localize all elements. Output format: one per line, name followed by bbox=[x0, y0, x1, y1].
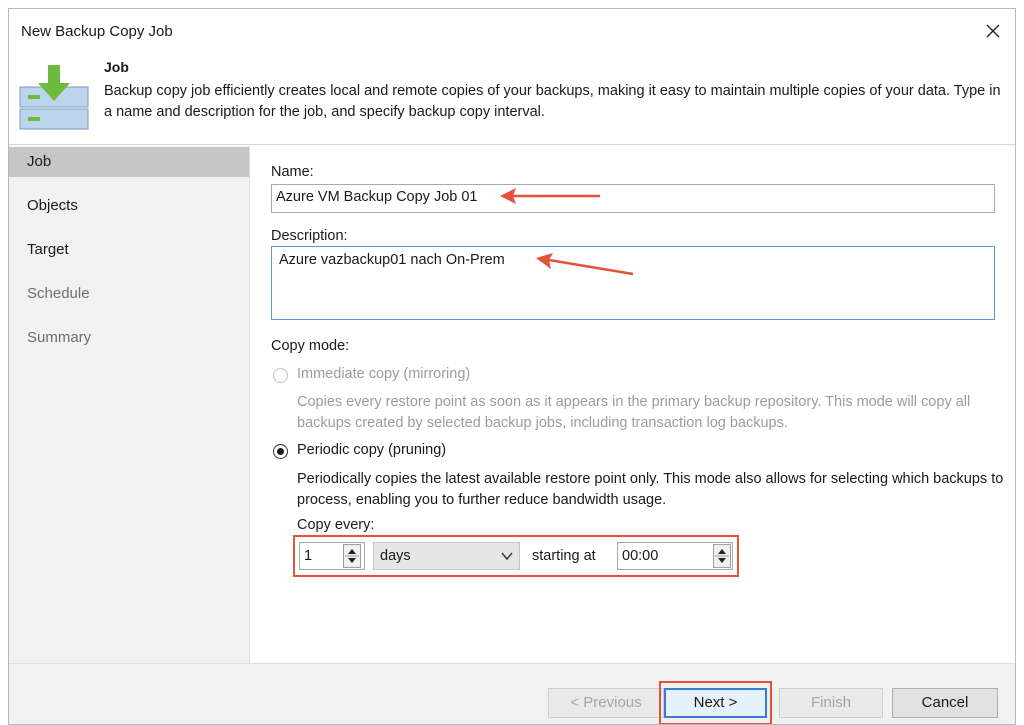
wizard-steps-sidebar: Job Objects Target Schedule Summary bbox=[9, 146, 250, 663]
sidebar-item-job[interactable]: Job bbox=[9, 147, 249, 177]
immediate-copy-label: Immediate copy (mirroring) bbox=[297, 366, 471, 382]
spinner-arrows-icon bbox=[715, 549, 729, 563]
immediate-copy-radio bbox=[273, 368, 288, 383]
name-input-value: Azure VM Backup Copy Job 01 bbox=[276, 189, 478, 205]
copy-every-label: Copy every: bbox=[297, 517, 375, 533]
finish-button[interactable]: Finish bbox=[779, 688, 883, 718]
description-input[interactable]: Azure vazbackup01 nach On-Prem bbox=[271, 246, 995, 320]
name-input[interactable]: Azure VM Backup Copy Job 01 bbox=[271, 184, 995, 213]
dialog-footer: < Previous Next > Finish Cancel bbox=[9, 663, 1015, 724]
immediate-copy-description: Copies every restore point as soon as it… bbox=[297, 394, 971, 431]
description-input-value: Azure vazbackup01 nach On-Prem bbox=[279, 252, 505, 268]
starting-at-label: starting at bbox=[532, 548, 596, 564]
sidebar-item-schedule: Schedule bbox=[27, 285, 90, 302]
name-label: Name: bbox=[271, 164, 314, 180]
cancel-button[interactable]: Cancel bbox=[892, 688, 998, 718]
step-header: Job Backup copy job efficiently creates … bbox=[9, 53, 1015, 145]
copy-mode-label: Copy mode: bbox=[271, 338, 350, 354]
sidebar-item-target[interactable]: Target bbox=[9, 235, 249, 265]
starting-time-value: 00:00 bbox=[622, 548, 659, 564]
spinner-arrows-icon bbox=[345, 549, 359, 563]
chevron-down-icon bbox=[501, 552, 513, 561]
step-content: Name: Azure VM Backup Copy Job 01 Descri… bbox=[251, 146, 1015, 663]
periodic-copy-radio[interactable] bbox=[273, 444, 288, 459]
sidebar-item-objects[interactable]: Objects bbox=[9, 191, 249, 221]
window-title: New Backup Copy Job bbox=[21, 23, 173, 40]
dialog-window: New Backup Copy Job Job Backup copy job … bbox=[8, 8, 1016, 725]
close-icon bbox=[986, 24, 1000, 38]
starting-time-spinner[interactable] bbox=[713, 544, 731, 568]
interval-unit-select[interactable]: days bbox=[373, 542, 520, 570]
next-button[interactable]: Next > bbox=[664, 688, 767, 718]
sidebar-item-summary: Summary bbox=[27, 329, 92, 346]
backup-copy-icon bbox=[19, 65, 89, 130]
interval-spinner[interactable] bbox=[343, 544, 361, 568]
title-bar: New Backup Copy Job bbox=[9, 9, 1015, 53]
description-label: Description: bbox=[271, 228, 348, 244]
periodic-copy-description: Periodically copies the latest available… bbox=[297, 471, 1004, 508]
previous-button[interactable]: < Previous bbox=[548, 688, 664, 718]
close-button[interactable] bbox=[981, 19, 1005, 43]
radio-selected-dot bbox=[277, 448, 284, 455]
interval-unit-value: days bbox=[380, 548, 411, 564]
step-description: Backup copy job efficiently creates loca… bbox=[104, 83, 1001, 120]
periodic-copy-label[interactable]: Periodic copy (pruning) bbox=[297, 442, 446, 458]
interval-value: 1 bbox=[304, 548, 313, 564]
step-title: Job bbox=[104, 59, 129, 75]
